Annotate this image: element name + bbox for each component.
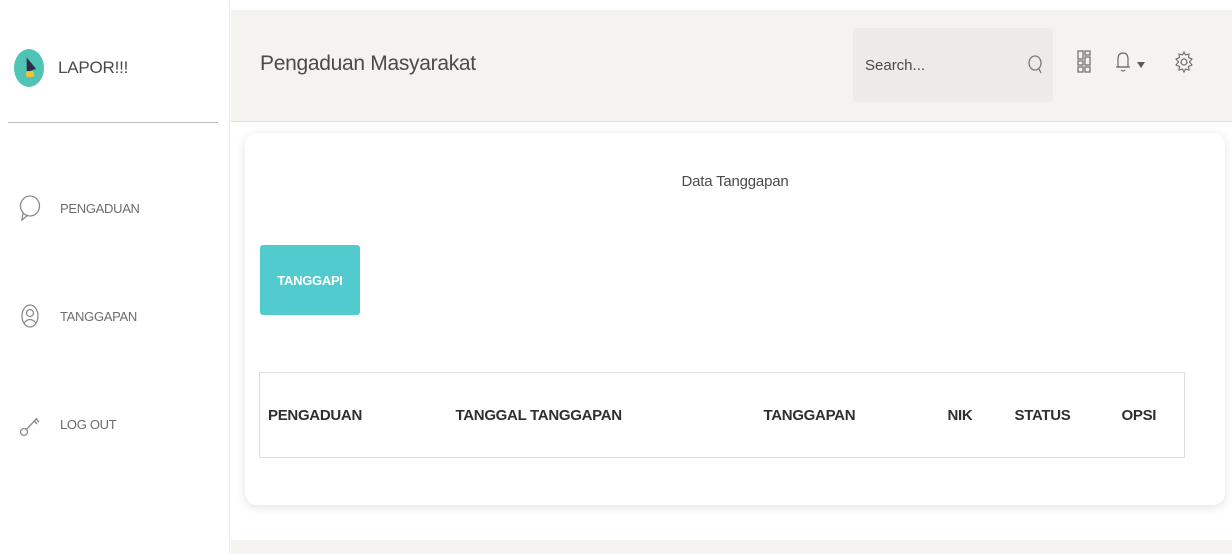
tanggapi-button[interactable]: TANGGAPI: [260, 245, 360, 315]
sidebar-divider: [8, 122, 218, 123]
brand-name: LAPOR!!!: [58, 58, 129, 77]
top-navbar: Pengaduan Masyarakat: [231, 10, 1232, 122]
tanggapan-table: PENGADUAN TANGGAL TANGGAPAN TANGGAPAN NI…: [259, 372, 1185, 458]
key-icon: [18, 410, 42, 438]
sidebar-item-label: TANGGAPAN: [60, 308, 137, 324]
megaphone-logo-icon: [14, 49, 44, 87]
footer-strip: [231, 540, 1232, 554]
sidebar-item-label: LOG OUT: [60, 416, 117, 432]
chat-bubble-icon: [18, 194, 42, 222]
brand[interactable]: LAPOR!!!: [8, 28, 218, 108]
search-box: [853, 28, 1053, 102]
column-header-opsi: OPSI: [1113, 372, 1185, 458]
sidebar-item-label: PENGADUAN: [60, 200, 140, 216]
sidebar-item-tanggapan[interactable]: TANGGAPAN: [18, 296, 218, 336]
column-header-status: STATUS: [1006, 372, 1114, 458]
data-tanggapan-card: Data Tanggapan TANGGAPI PENGADUAN TANGGA…: [245, 133, 1225, 505]
column-header-nik: NIK: [939, 372, 1007, 458]
grid-icon[interactable]: [1077, 50, 1091, 79]
sidebar-item-logout[interactable]: LOG OUT: [18, 404, 218, 444]
table-header-row: PENGADUAN TANGGAL TANGGAPAN TANGGAPAN NI…: [259, 372, 1185, 458]
search-icon[interactable]: [1027, 54, 1045, 81]
search-input[interactable]: [865, 52, 1015, 78]
column-header-pengaduan: PENGADUAN: [259, 372, 448, 458]
app-root: LAPOR!!! PENGADUAN TANGGAPAN LOG OUT Pen…: [0, 0, 1232, 554]
column-header-tanggapan: TANGGAPAN: [755, 372, 940, 458]
sidebar-item-pengaduan[interactable]: PENGADUAN: [18, 188, 218, 228]
settings-gear-icon[interactable]: [1175, 50, 1193, 79]
page-title: Pengaduan Masyarakat: [260, 52, 476, 75]
sidebar: LAPOR!!! PENGADUAN TANGGAPAN LOG OUT: [0, 0, 230, 554]
chevron-down-icon[interactable]: [1137, 56, 1145, 74]
user-circle-icon: [18, 302, 42, 330]
column-header-tanggal-tanggapan: TANGGAL TANGGAPAN: [447, 372, 756, 458]
card-title: Data Tanggapan: [681, 173, 789, 190]
bell-icon[interactable]: [1115, 50, 1131, 79]
